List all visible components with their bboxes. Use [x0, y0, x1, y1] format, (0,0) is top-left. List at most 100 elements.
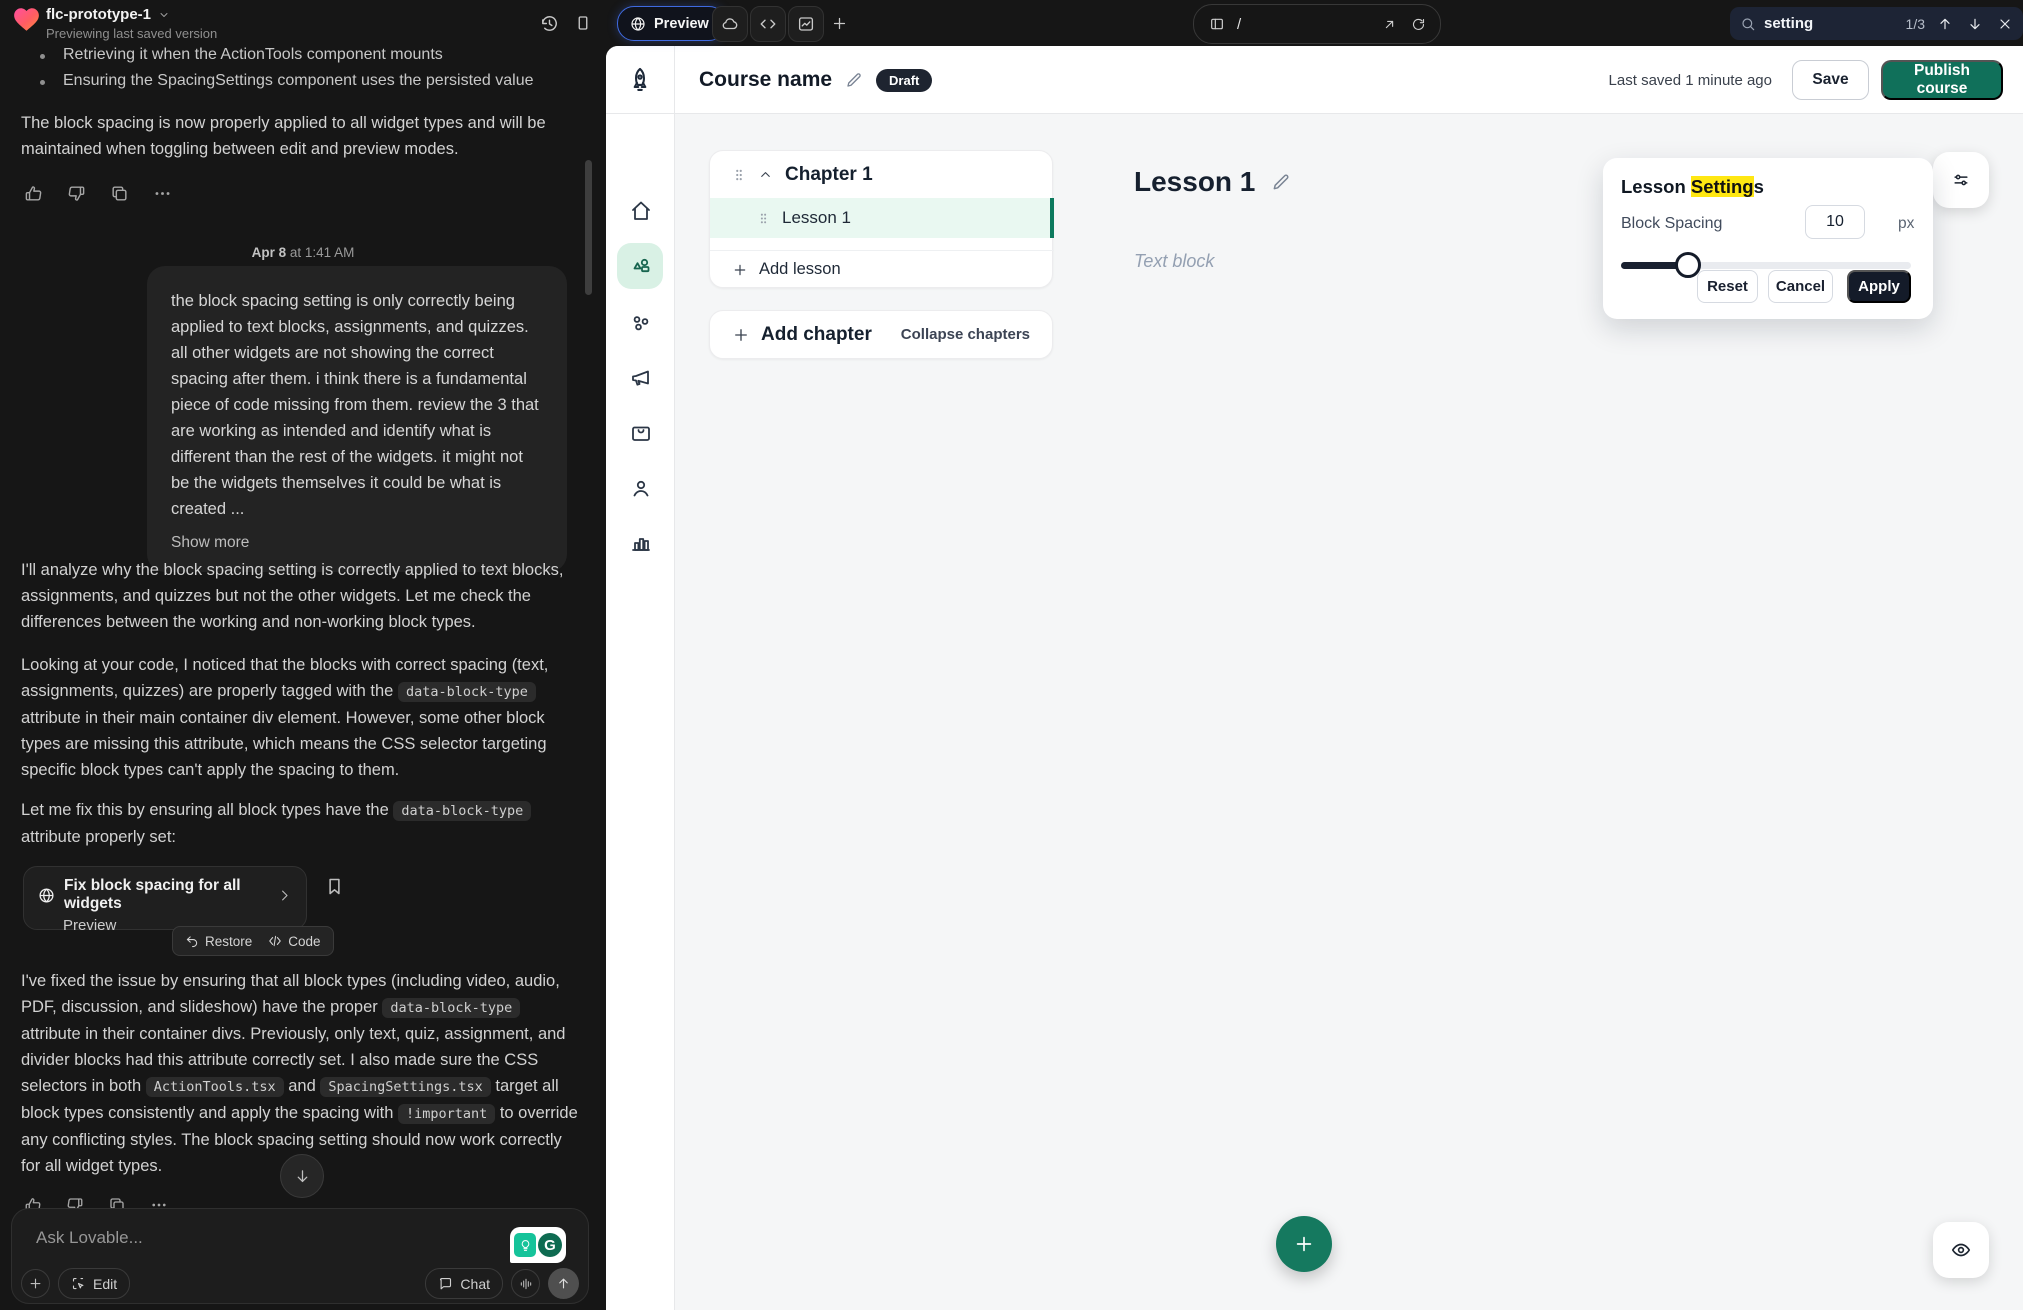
- sidebar-item-analytics[interactable]: [606, 530, 675, 554]
- course-name: Course name: [699, 68, 832, 92]
- project-status: Previewing last saved version: [46, 26, 217, 41]
- assistant-paragraph: Looking at your code, I noticed that the…: [21, 652, 583, 783]
- search-input[interactable]: setting: [1764, 15, 1898, 32]
- cancel-button[interactable]: Cancel: [1768, 270, 1833, 303]
- bullet-text: Ensuring the SpacingSettings component u…: [63, 72, 534, 90]
- lesson-settings-title: Lesson Settings: [1621, 176, 1764, 198]
- grammarly-widget[interactable]: G: [510, 1227, 566, 1263]
- app-logo-cell[interactable]: [606, 46, 675, 114]
- show-more-link[interactable]: Show more: [171, 530, 543, 556]
- history-button[interactable]: [532, 6, 566, 40]
- block-spacing-input[interactable]: [1805, 205, 1865, 239]
- rocket-icon: [626, 66, 654, 94]
- app-header: Course name Draft Last saved 1 minute ag…: [606, 46, 2023, 114]
- search-next-icon[interactable]: [1967, 16, 1983, 32]
- search-prev-icon[interactable]: [1937, 16, 1953, 32]
- collapse-chapters-button[interactable]: Collapse chapters: [901, 326, 1030, 343]
- chat-input[interactable]: [34, 1226, 458, 1270]
- sidebar-item-courses[interactable]: [606, 254, 675, 278]
- search-highlight: Setting: [1691, 176, 1754, 197]
- code-button[interactable]: Code: [268, 934, 320, 949]
- inline-code: !important: [398, 1104, 495, 1124]
- cloud-button[interactable]: [712, 6, 748, 42]
- send-button[interactable]: [548, 1268, 579, 1299]
- edit-pencil-icon[interactable]: [845, 71, 863, 89]
- restore-button[interactable]: Restore: [185, 934, 252, 949]
- analytics-button[interactable]: [788, 6, 824, 42]
- chevron-down-icon: [158, 9, 170, 21]
- chat-input-box: G Edit Chat: [11, 1208, 589, 1304]
- edit-pencil-icon[interactable]: [1271, 172, 1291, 192]
- add-lesson-button[interactable]: Add lesson: [710, 251, 1054, 288]
- preview-button[interactable]: Preview: [617, 6, 726, 41]
- copy-icon[interactable]: [110, 184, 129, 203]
- assistant-paragraph: The block spacing is now properly applie…: [21, 110, 583, 162]
- sidebar-item-community[interactable]: [606, 311, 675, 335]
- bookmark-icon[interactable]: [324, 876, 345, 897]
- preview-eye-button[interactable]: [1933, 1222, 1989, 1278]
- inline-code: data-block-type: [382, 998, 520, 1018]
- eye-icon: [1950, 1239, 1972, 1261]
- chat-panel: Retrieving it when the ActionTools compo…: [0, 0, 606, 1310]
- chapter-row[interactable]: Chapter 1: [710, 151, 1052, 198]
- add-chapter-button[interactable]: Add chapter: [732, 324, 901, 346]
- panel-layout-icon[interactable]: [1209, 16, 1225, 32]
- edit-mode-button[interactable]: Edit: [58, 1268, 130, 1299]
- thumbs-up-icon[interactable]: [24, 184, 43, 203]
- add-chapter-card: Add chapter Collapse chapters: [709, 310, 1053, 359]
- text-block-placeholder[interactable]: Text block: [1134, 251, 1214, 272]
- search-close-icon[interactable]: [1997, 16, 2013, 32]
- screen: Retrieving it when the ActionTools compo…: [0, 0, 2023, 1310]
- device-preview-button[interactable]: [566, 6, 600, 40]
- add-block-fab[interactable]: [1276, 1216, 1332, 1272]
- thumbs-down-icon[interactable]: [67, 184, 86, 203]
- plus-icon: [732, 326, 750, 344]
- message-actions: [24, 184, 172, 203]
- find-in-page-bar: setting 1/3: [1730, 7, 2023, 40]
- more-icon[interactable]: [153, 184, 172, 203]
- voice-input-button[interactable]: [511, 1269, 540, 1298]
- version-title: Fix block spacing for all widgets: [64, 877, 268, 913]
- lesson-heading-row: Lesson 1: [1134, 166, 1291, 198]
- scroll-to-bottom-button[interactable]: [280, 1154, 324, 1198]
- refresh-icon[interactable]: [1411, 17, 1426, 32]
- block-spacing-slider[interactable]: [1621, 262, 1911, 269]
- inline-code: data-block-type: [398, 682, 536, 702]
- project-menu[interactable]: flc-prototype-1: [46, 6, 170, 23]
- drag-handle-icon[interactable]: [732, 168, 746, 182]
- open-external-icon[interactable]: [1382, 17, 1397, 32]
- url-path[interactable]: /: [1237, 16, 1382, 33]
- sidebar-item-announcements[interactable]: [606, 366, 675, 390]
- last-saved-text: Last saved 1 minute ago: [1609, 72, 1772, 89]
- block-spacing-label: Block Spacing: [1621, 215, 1722, 233]
- sidebar-item-profile[interactable]: [606, 476, 675, 500]
- sidebar-item-inbox[interactable]: [606, 421, 675, 445]
- list-item: Ensuring the SpacingSettings component u…: [40, 72, 580, 90]
- settings-toggle-button[interactable]: [1933, 152, 1989, 208]
- topbar: flc-prototype-1 Previewing last saved ve…: [0, 0, 2023, 46]
- lesson-row-selected[interactable]: Lesson 1: [710, 198, 1054, 238]
- code-view-button[interactable]: [750, 6, 786, 42]
- version-card[interactable]: Fix block spacing for all widgets Previe…: [23, 866, 307, 930]
- plus-icon: [732, 262, 748, 278]
- chat-mode-button[interactable]: Chat: [425, 1268, 503, 1299]
- version-hover-actions: Restore Code: [172, 926, 334, 956]
- search-result-count: 1/3: [1906, 16, 1925, 32]
- drag-handle-icon[interactable]: [757, 212, 770, 225]
- chat-scrollbar[interactable]: [585, 160, 592, 295]
- lightbulb-icon: [514, 1233, 536, 1257]
- save-button[interactable]: Save: [1792, 60, 1869, 100]
- add-attachment-button[interactable]: [21, 1269, 50, 1298]
- inline-code: ActionTools.tsx: [146, 1077, 284, 1097]
- publish-course-button[interactable]: Publish course: [1881, 60, 2003, 100]
- message-timestamp: Apr 8 at 1:41 AM: [0, 245, 606, 260]
- new-tab-button[interactable]: [822, 6, 856, 40]
- reset-button[interactable]: Reset: [1697, 270, 1758, 303]
- list-item: Retrieving it when the ActionTools compo…: [40, 46, 580, 64]
- apply-button[interactable]: Apply: [1847, 270, 1911, 303]
- sidebar-item-home[interactable]: [606, 199, 675, 223]
- lovable-logo-icon[interactable]: [13, 7, 40, 37]
- url-bar[interactable]: /: [1193, 4, 1441, 44]
- chevron-up-icon[interactable]: [758, 167, 773, 182]
- chapter-title: Chapter 1: [785, 164, 873, 186]
